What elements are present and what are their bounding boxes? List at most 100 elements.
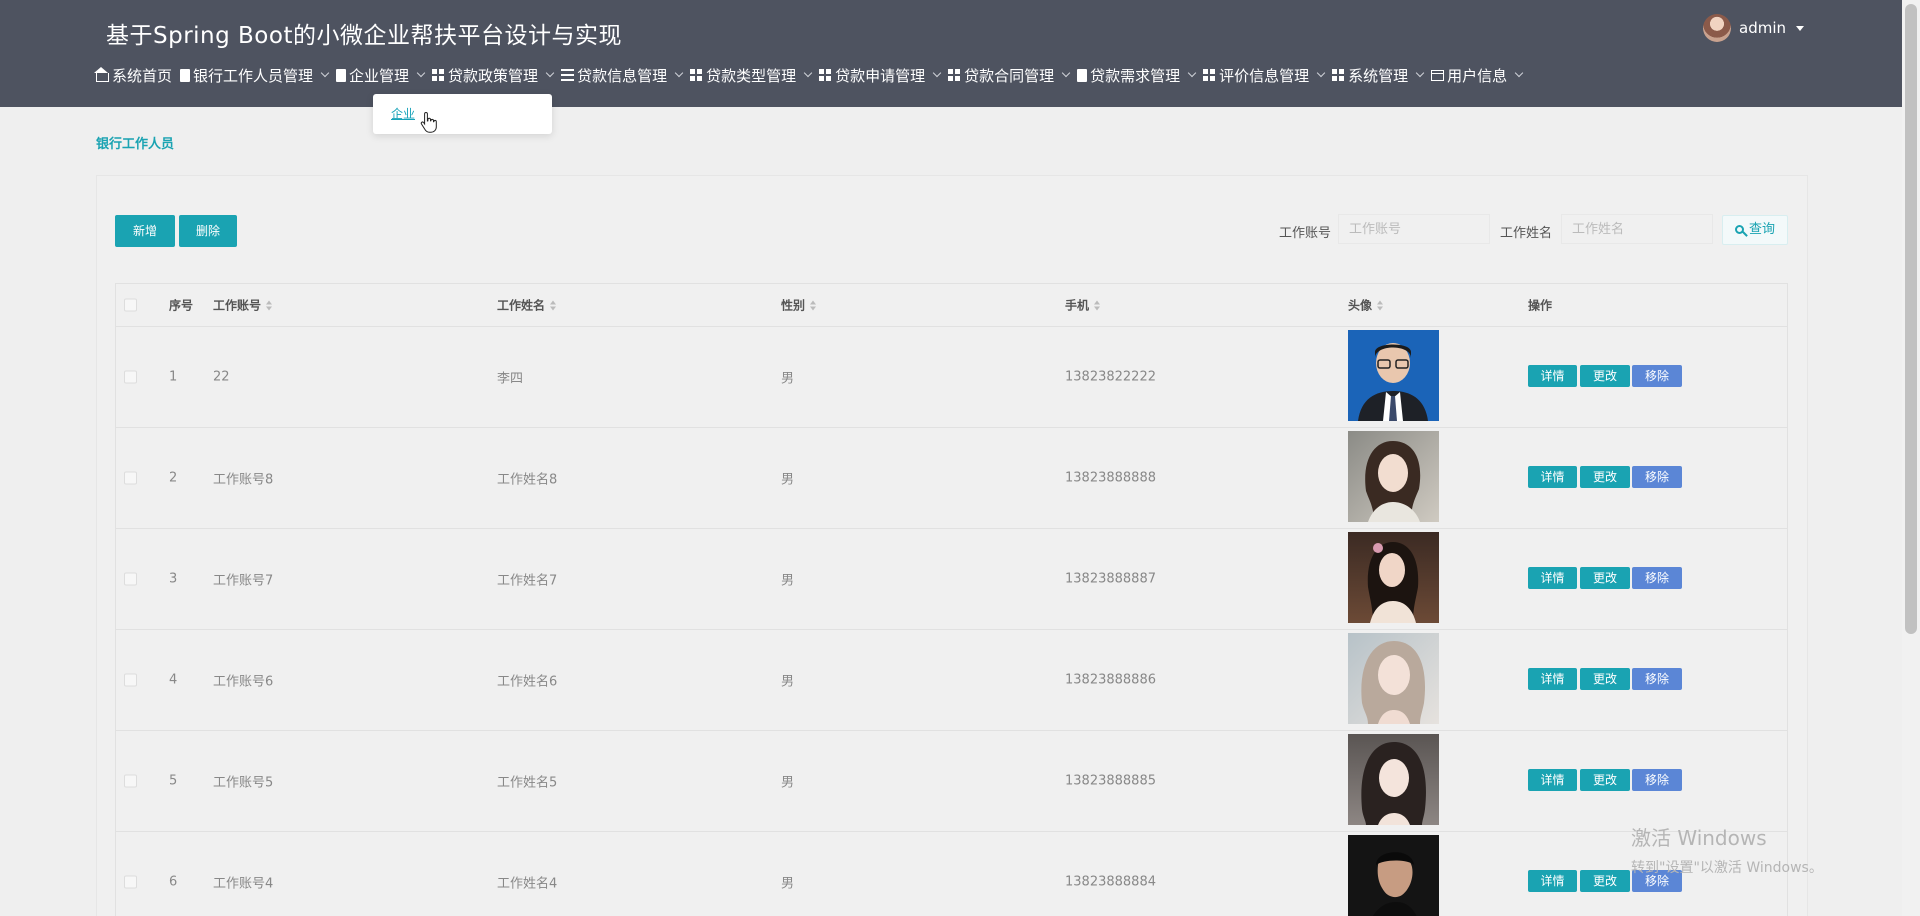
app-title: 基于Spring Boot的小微企业帮扶平台设计与实现 [106, 23, 622, 49]
row-checkbox[interactable] [124, 774, 137, 788]
header-label: 手机 [1065, 298, 1090, 313]
header-label: 工作姓名 [497, 298, 546, 313]
watermark-title: 激活 Windows [1631, 826, 1767, 850]
row-name: 李四 [497, 371, 524, 387]
row-avatar-photo [1348, 330, 1439, 421]
remove-button[interactable]: 移除 [1632, 668, 1682, 690]
user-name: admin [1739, 19, 1786, 37]
grid-icon [948, 68, 962, 82]
nav-item-label: 评价信息管理 [1219, 66, 1310, 85]
row-checkbox[interactable] [124, 471, 137, 485]
row-gender: 男 [781, 573, 795, 589]
search-icon [1734, 225, 1744, 234]
detail-button[interactable]: 详情 [1528, 668, 1577, 690]
card-icon [1431, 69, 1445, 81]
row-account: 工作账号4 [213, 876, 274, 892]
sort-icon [550, 300, 557, 311]
staff-table: 序号 工作账号 工作姓名 性别 手机 头像 操作 1 22 李四 男 13823… [115, 283, 1788, 916]
row-phone: 13823888885 [1065, 773, 1156, 789]
grid-icon [1332, 68, 1346, 82]
header-avatar[interactable]: 头像 [1348, 297, 1384, 314]
clipboard-icon [180, 68, 191, 82]
row-checkbox[interactable] [124, 673, 137, 687]
nav-item-loan-type[interactable]: 贷款类型管理 [690, 65, 813, 86]
breadcrumb[interactable]: 银行工作人员 [96, 133, 174, 152]
nav-item-review[interactable]: 评价信息管理 [1203, 65, 1326, 86]
row-account: 工作账号5 [213, 775, 274, 791]
remove-button[interactable]: 移除 [1632, 365, 1682, 387]
sort-icon [810, 300, 817, 311]
nav-item-label: 系统管理 [1348, 66, 1409, 85]
chevron-down-icon [1316, 68, 1326, 78]
table-row: 3 工作账号7 工作姓名7 男 13823888887 详情 更改 移除 [115, 529, 1788, 630]
chevron-down-icon [1415, 68, 1425, 78]
windows-activation-watermark: 激活 Windows 转到"设置"以激活 Windows。 [1631, 822, 1823, 877]
chevron-down-icon [803, 68, 813, 78]
search-button[interactable]: 查询 [1722, 215, 1788, 245]
edit-button[interactable]: 更改 [1580, 365, 1630, 387]
detail-button[interactable]: 详情 [1528, 466, 1577, 488]
delete-button[interactable]: 删除 [179, 215, 237, 247]
table-row: 6 工作账号4 工作姓名4 男 13823888884 详情 更改 移除 [115, 832, 1788, 916]
row-name: 工作姓名4 [497, 876, 558, 892]
scrollbar-thumb[interactable] [1905, 4, 1917, 634]
edit-button[interactable]: 更改 [1580, 466, 1630, 488]
row-index: 1 [169, 369, 178, 385]
row-checkbox[interactable] [124, 875, 137, 889]
detail-button[interactable]: 详情 [1528, 567, 1577, 589]
row-checkbox[interactable] [124, 572, 137, 586]
sort-icon [1094, 300, 1101, 311]
account-search-input[interactable] [1338, 214, 1490, 244]
page-scrollbar[interactable] [1902, 0, 1920, 916]
edit-button[interactable]: 更改 [1580, 668, 1630, 690]
nav-item-label: 贷款政策管理 [448, 66, 539, 85]
header-account[interactable]: 工作账号 [213, 297, 273, 314]
row-account: 22 [213, 369, 230, 385]
grid-icon [819, 68, 833, 82]
edit-button[interactable]: 更改 [1580, 870, 1630, 892]
nav-item-loan-policy[interactable]: 贷款政策管理 [432, 65, 555, 86]
nav-item-loan-application[interactable]: 贷款申请管理 [819, 65, 942, 86]
row-phone: 13823888884 [1065, 874, 1156, 890]
hand-cursor-icon [420, 111, 437, 133]
grid-icon [432, 68, 446, 82]
row-index: 4 [169, 672, 178, 688]
nav-item-label: 用户信息 [1447, 66, 1508, 85]
select-all-checkbox[interactable] [124, 298, 137, 312]
detail-button[interactable]: 详情 [1528, 870, 1577, 892]
row-avatar-photo [1348, 734, 1439, 825]
nav-item-home[interactable]: 系统首页 [94, 65, 172, 86]
row-name: 工作姓名5 [497, 775, 558, 791]
chevron-down-icon [1514, 68, 1524, 78]
dropdown-item-enterprise[interactable]: 企业 [391, 105, 415, 122]
nav-item-bank-staff[interactable]: 银行工作人员管理 [180, 65, 330, 86]
row-phone: 13823822222 [1065, 369, 1156, 385]
detail-button[interactable]: 详情 [1528, 365, 1577, 387]
table-row: 1 22 李四 男 13823822222 详情 更改 移除 [115, 327, 1788, 428]
nav-item-loan-contract[interactable]: 贷款合同管理 [948, 65, 1071, 86]
detail-button[interactable]: 详情 [1528, 769, 1577, 791]
chevron-down-icon [1061, 68, 1071, 78]
nav-item-loan-demand[interactable]: 贷款需求管理 [1077, 65, 1197, 86]
add-button[interactable]: 新增 [115, 215, 175, 247]
header-index: 序号 [169, 298, 194, 313]
nav-item-loan-info[interactable]: 贷款信息管理 [561, 65, 684, 86]
edit-button[interactable]: 更改 [1580, 769, 1630, 791]
remove-button[interactable]: 移除 [1632, 567, 1682, 589]
user-menu[interactable]: admin [1703, 14, 1804, 42]
edit-button[interactable]: 更改 [1580, 567, 1630, 589]
nav-item-system[interactable]: 系统管理 [1332, 65, 1425, 86]
header-phone[interactable]: 手机 [1065, 297, 1101, 314]
name-search-input[interactable] [1561, 214, 1713, 244]
nav-item-enterprise[interactable]: 企业管理 [336, 65, 426, 86]
row-checkbox[interactable] [124, 370, 137, 384]
remove-button[interactable]: 移除 [1632, 466, 1682, 488]
header-gender[interactable]: 性别 [781, 297, 817, 314]
header-ops: 操作 [1528, 298, 1553, 313]
row-gender: 男 [781, 775, 795, 791]
chevron-down-icon [1187, 68, 1197, 78]
nav-item-user-info[interactable]: 用户信息 [1431, 65, 1524, 86]
header-name[interactable]: 工作姓名 [497, 297, 557, 314]
remove-button[interactable]: 移除 [1632, 769, 1682, 791]
row-name: 工作姓名6 [497, 674, 558, 690]
